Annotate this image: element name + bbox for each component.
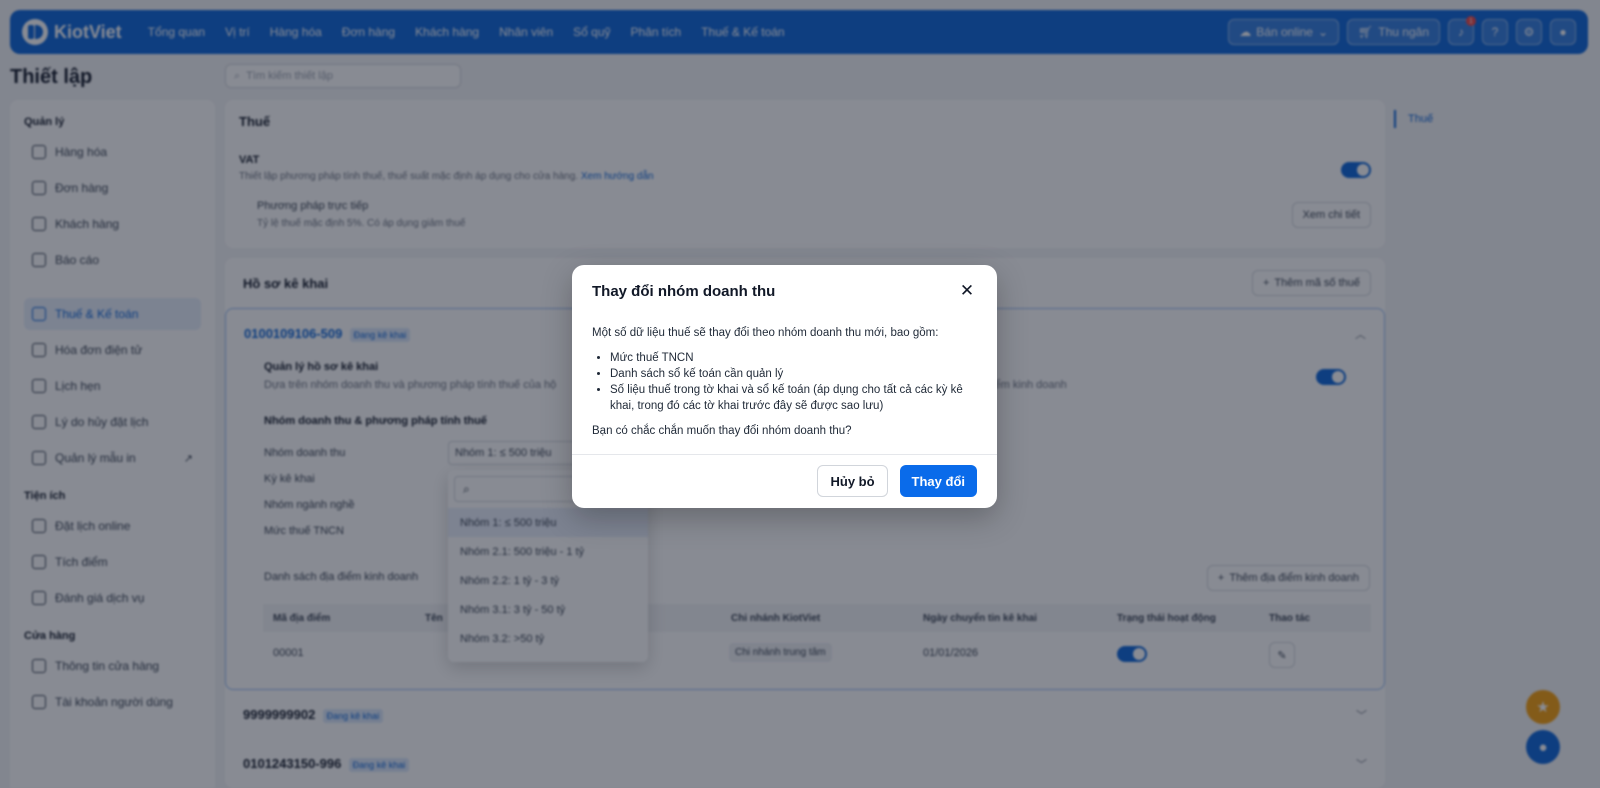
modal-intro: Một số dữ liệu thuế sẽ thay đổi theo nhó… [592, 327, 939, 339]
modal-bullet: Số liệu thuế trong tờ khai và sổ kế toán… [610, 382, 977, 414]
close-icon[interactable]: ✕ [957, 281, 977, 301]
modal-divider [572, 454, 997, 455]
modal-bullet: Mức thuế TNCN [610, 350, 977, 366]
modal-bullet-list: Mức thuế TNCN Danh sách sổ kế toán cần q… [592, 350, 977, 414]
change-revenue-group-modal: Thay đổi nhóm doanh thu ✕ Một số dữ liệu… [572, 265, 997, 508]
modal-bullet: Danh sách sổ kế toán cần quản lý [610, 366, 977, 382]
modal-title: Thay đổi nhóm doanh thu [592, 282, 776, 300]
cancel-button[interactable]: Hủy bỏ [817, 465, 888, 497]
modal-question: Bạn có chắc chắn muốn thay đổi nhóm doan… [592, 425, 852, 437]
modal-body: Một số dữ liệu thuế sẽ thay đổi theo nhó… [572, 317, 997, 439]
confirm-change-button[interactable]: Thay đổi [899, 465, 977, 497]
